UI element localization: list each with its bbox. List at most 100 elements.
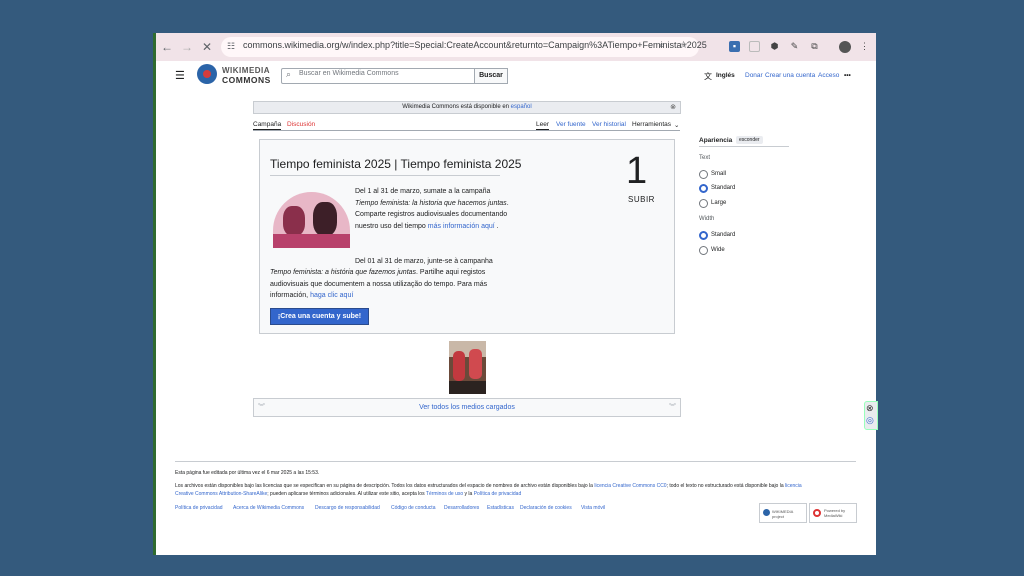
license-link[interactable]: licencia <box>785 483 802 489</box>
shield-icon[interactable]: ⬢ <box>769 41 780 52</box>
language-icon[interactable]: 文 <box>704 71 712 82</box>
license-line-1: Los archivos están disponibles bajo las … <box>175 483 802 489</box>
tab-campaign[interactable]: Campaña <box>253 121 281 128</box>
text-standard-label: Standard <box>711 185 736 191</box>
close-icon[interactable]: ⊗ <box>670 102 676 113</box>
campaign-text-pt: Tempo feminista: a história que fazemos … <box>270 269 488 299</box>
donate-link[interactable]: Donar <box>745 72 763 79</box>
forward-icon[interactable]: → <box>179 39 195 55</box>
appearance-divider <box>699 146 789 147</box>
hamburger-menu-icon[interactable]: ☰ <box>175 69 185 82</box>
footer-divider <box>175 461 856 462</box>
mediawiki-badge[interactable]: Powered by MediaWiki <box>809 503 857 523</box>
login-link[interactable]: Acceso <box>818 72 839 79</box>
language-selector[interactable]: Inglés <box>716 72 735 79</box>
footer-link-developers[interactable]: Desarrolladores <box>444 505 479 511</box>
text-size-label: Text <box>699 155 711 161</box>
puzzle-icon[interactable]: ⧉ <box>809 41 820 52</box>
mediawiki-badge-icon <box>813 509 821 517</box>
address-bar[interactable]: ☷ commons.wikimedia.org/w/index.php?titl… <box>221 37 707 57</box>
chevron-down-icon[interactable]: ⌄ <box>674 121 679 129</box>
create-account-link[interactable]: Crear una cuenta <box>765 72 815 79</box>
text-large-label: Large <box>711 200 727 206</box>
footer-link-disclaimer[interactable]: Descargo de responsabilidad <box>315 505 380 511</box>
tools-menu[interactable]: Herramientas <box>632 121 671 128</box>
site-header: ☰ WIKIMEDIA COMMONS ⌕ Buscar en Wikimedi… <box>153 61 876 93</box>
extension-icon[interactable]: ▪ <box>729 41 740 52</box>
cc-by-sa-link[interactable]: Creative Commons Attribution-ShareAlike <box>175 491 267 497</box>
site-info-icon[interactable]: ☷ <box>227 41 235 52</box>
width-label: Width <box>699 216 715 222</box>
upload-count-label: SUBIR <box>628 195 655 204</box>
text-standard-radio[interactable] <box>699 184 708 193</box>
wikimedia-badge[interactable]: WIKIMEDIA project <box>759 503 807 523</box>
menu-dots-icon[interactable]: ⋮ <box>859 41 870 52</box>
width-wide-label: Wide <box>711 247 725 253</box>
create-account-upload-button[interactable]: ¡Crea una cuenta y sube! <box>270 308 369 325</box>
more-info-link[interactable]: más información aquí <box>428 223 495 230</box>
width-standard-label: Standard <box>711 232 736 238</box>
footer-link-privacy[interactable]: Política de privacidad <box>175 505 223 511</box>
campaign-text-es: Del 1 al 31 de marzo, sumate a la campañ… <box>355 188 509 230</box>
search-placeholder: Buscar en Wikimedia Commons <box>299 70 399 77</box>
wikimedia-logo-icon[interactable] <box>197 64 217 84</box>
text-small-radio[interactable] <box>699 170 708 179</box>
browser-window: ← → ✕ ☷ commons.wikimedia.org/w/index.ph… <box>153 33 876 555</box>
bookmark-star-icon[interactable]: ☆ <box>679 40 688 51</box>
wikimedia-badge-icon <box>763 509 770 516</box>
back-icon[interactable]: ← <box>159 39 175 55</box>
search-button[interactable]: Buscar <box>474 68 508 84</box>
privacy-policy-inline-link[interactable]: Política de privacidad <box>474 491 522 497</box>
title-divider <box>270 175 500 176</box>
footer-link-cookies[interactable]: Declaración de cookies <box>520 505 572 511</box>
more-options-icon[interactable]: ••• <box>844 72 851 79</box>
search-icon: ⌕ <box>286 69 292 79</box>
footer-link-mobile-view[interactable]: Vista móvil <box>581 505 605 511</box>
tab-view-source[interactable]: Ver fuente <box>556 121 586 128</box>
license-line-2: Creative Commons Attribution-ShareAlike;… <box>175 491 522 497</box>
reading-list-icon[interactable] <box>749 41 760 52</box>
text-large-radio[interactable] <box>699 199 708 208</box>
cc0-license-link[interactable]: licencia Creative Commons CC0 <box>594 483 666 489</box>
url-text: commons.wikimedia.org/w/index.php?title=… <box>243 40 707 50</box>
hide-appearance-button[interactable]: esconder <box>736 136 763 144</box>
notice-link[interactable]: español <box>511 104 532 110</box>
chevron-down-icon: ︾ <box>258 404 265 411</box>
pen-icon[interactable]: ✎ <box>789 41 800 52</box>
width-standard-radio[interactable] <box>699 231 708 240</box>
terms-of-use-link[interactable]: Términos de uso <box>426 491 463 497</box>
logo-line-1[interactable]: WIKIMEDIA <box>222 66 270 75</box>
tab-discussion[interactable]: Discusión <box>287 121 315 128</box>
uploaded-media-thumbnail[interactable] <box>449 341 486 394</box>
notice-text: Wikimedia Commons está disponible en <box>402 104 509 110</box>
left-edge-strip <box>153 33 156 555</box>
tab-read[interactable]: Leer <box>536 121 549 128</box>
zoom-icon[interactable]: ⌕ <box>659 40 665 51</box>
campaign-box: Tiempo feminista 2025 | Tiempo feminista… <box>259 139 675 334</box>
stop-icon[interactable]: ✕ <box>199 39 215 55</box>
campaign-title: Tiempo feminista 2025 | Tiempo feminista… <box>270 157 522 171</box>
upload-count: 1 <box>626 150 648 192</box>
campaign-image <box>273 192 350 248</box>
last-edited-text: Esta página fue editada por última vez e… <box>175 470 320 476</box>
logo-line-2[interactable]: COMMONS <box>222 75 271 85</box>
chevron-down-icon: ︾ <box>669 404 676 411</box>
tabs-divider <box>253 130 680 131</box>
search-input[interactable]: ⌕ Buscar en Wikimedia Commons <box>281 68 476 84</box>
tab-view-history[interactable]: Ver historial <box>592 121 626 128</box>
appearance-title: Apariencia <box>699 137 733 144</box>
campaign-text-pt-intro: Del 01 al 31 de marzo, junte-se à campan… <box>355 258 493 265</box>
view-all-media-button[interactable]: ︾ Ver todos los medios cargados ︾ <box>253 398 681 417</box>
language-notice: Wikimedia Commons está disponible en esp… <box>253 101 681 114</box>
text-small-label: Small <box>711 171 727 177</box>
record-icon[interactable]: ◎ <box>866 415 874 426</box>
floating-side-widget[interactable]: ⊗ ◎ <box>864 401 878 430</box>
footer-link-code-of-conduct[interactable]: Código de conducta <box>391 505 435 511</box>
footer-link-statistics[interactable]: Estadísticas <box>487 505 514 511</box>
browser-toolbar: ← → ✕ ☷ commons.wikimedia.org/w/index.ph… <box>153 33 876 61</box>
profile-avatar[interactable] <box>839 41 851 53</box>
close-icon[interactable]: ⊗ <box>866 403 874 414</box>
footer-link-about[interactable]: Acerca de Wikimedia Commons <box>233 505 304 511</box>
click-here-link[interactable]: haga clic aquí <box>310 292 353 299</box>
width-wide-radio[interactable] <box>699 246 708 255</box>
